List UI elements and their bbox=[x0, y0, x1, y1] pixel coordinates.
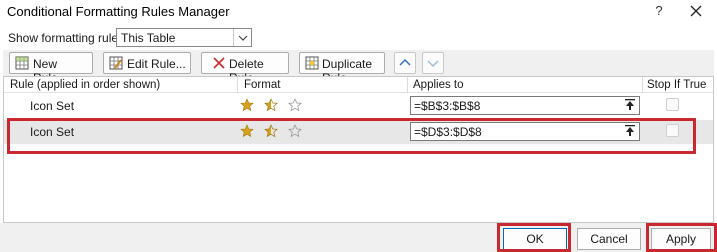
new-rule-button[interactable]: New Rule... bbox=[9, 52, 93, 85]
move-up-button[interactable] bbox=[394, 52, 416, 74]
help-button[interactable]: ? bbox=[650, 2, 668, 20]
format-preview bbox=[240, 98, 302, 114]
duplicate-rule-icon bbox=[305, 56, 319, 70]
column-divider bbox=[237, 77, 238, 93]
title-bar: Conditional Formatting Rules Manager ? bbox=[0, 0, 717, 24]
delete-rule-button[interactable]: Delete Rule bbox=[201, 52, 289, 85]
apply-button-highlight bbox=[646, 223, 717, 252]
selected-row-highlight bbox=[7, 118, 696, 154]
ok-button-highlight bbox=[497, 223, 571, 252]
column-divider bbox=[407, 77, 408, 93]
star-full-icon bbox=[240, 98, 254, 112]
stop-if-true-checkbox[interactable] bbox=[666, 98, 679, 111]
chevron-down-icon bbox=[427, 60, 439, 67]
column-header-stop-if-true: Stop If True bbox=[647, 79, 707, 91]
rule-name: Icon Set bbox=[30, 99, 75, 113]
rule-row[interactable]: Icon Set =$B$3:$B$8 bbox=[4, 94, 713, 118]
close-icon bbox=[690, 5, 702, 17]
chevron-down-icon[interactable] bbox=[233, 29, 251, 46]
duplicate-rule-button[interactable]: Duplicate Rule bbox=[299, 52, 385, 85]
collapse-dialog-icon[interactable] bbox=[621, 97, 639, 114]
move-down-button[interactable] bbox=[422, 52, 444, 74]
applies-to-value: =$B$3:$B$8 bbox=[414, 99, 481, 113]
close-button[interactable] bbox=[686, 2, 706, 20]
dialog-title: Conditional Formatting Rules Manager bbox=[7, 4, 230, 19]
edit-rule-icon bbox=[109, 56, 123, 70]
applies-to-field[interactable]: =$B$3:$B$8 bbox=[410, 96, 640, 115]
dialog-footer: OK Cancel Apply bbox=[0, 223, 717, 252]
cancel-button[interactable]: Cancel bbox=[577, 228, 641, 250]
star-empty-icon bbox=[288, 98, 302, 112]
delete-icon bbox=[213, 57, 225, 69]
rules-toolbar: New Rule... Edit Rule... Delete Rule Dup… bbox=[3, 50, 714, 85]
edit-rule-label: Edit Rule... bbox=[127, 57, 186, 71]
column-header-rule: Rule (applied in order shown) bbox=[10, 79, 161, 91]
column-header-applies-to: Applies to bbox=[413, 79, 464, 91]
star-half-icon bbox=[264, 98, 278, 112]
grid-header: Rule (applied in order shown) Format App… bbox=[4, 77, 713, 93]
column-header-format: Format bbox=[244, 79, 281, 91]
edit-rule-button[interactable]: Edit Rule... bbox=[103, 52, 191, 74]
show-rules-dropdown[interactable]: This Table bbox=[116, 28, 252, 47]
show-rules-value: This Table bbox=[121, 31, 176, 45]
chevron-up-icon bbox=[399, 59, 411, 66]
new-rule-icon bbox=[15, 56, 29, 70]
column-divider bbox=[642, 77, 643, 93]
